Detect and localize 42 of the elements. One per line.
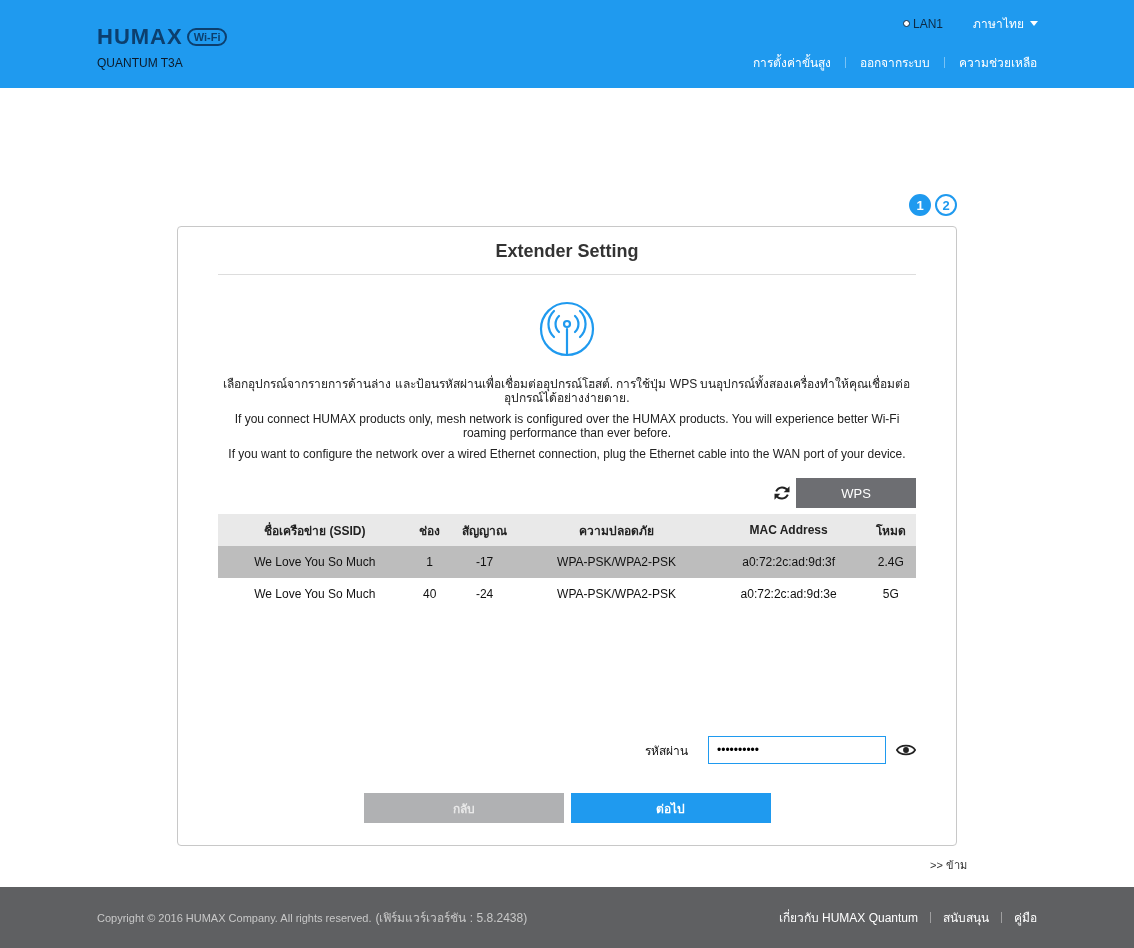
logo-badge: Wi-Fi (186, 28, 228, 46)
lan-label: LAN1 (912, 16, 943, 31)
skip-link[interactable]: >> ข้าม (930, 856, 967, 874)
firmware-version: (เฟิร์มแวร์เวอร์ชัน : 5.8.2438) (375, 910, 528, 927)
footer-link[interactable]: คู่มือ (1014, 908, 1037, 927)
password-field[interactable]: •••••••••• (708, 736, 886, 764)
password-label: รหัสผ่าน (645, 742, 688, 760)
table-cell: We Love You So Much (218, 546, 412, 578)
column-header: ชื่อเครือข่าย (SSID) (218, 514, 412, 546)
description-text: If you connect HUMAX products only, mesh network is configured over the HUMAX products. You will experience better Wi-Fi roaming performance than ever before. (233, 412, 901, 440)
table-cell: 2.4G (865, 546, 916, 578)
table-cell: a0:72:2c:ad:9d:3e (711, 578, 866, 610)
table-cell: 40 (411, 578, 448, 610)
antenna-icon (539, 301, 595, 357)
card-title: Extender Setting (495, 240, 639, 263)
footer-link[interactable]: เกี่ยวกับ HUMAX Quantum (778, 908, 918, 927)
table-cell: WPA-PSK/WPA2-PSK (521, 578, 712, 610)
table-cell: We Love You So Much (218, 578, 412, 610)
column-header: ช่อง (411, 514, 448, 546)
refresh-icon[interactable] (772, 483, 792, 503)
network-row[interactable]: We Love You So Much 1 -17 WPA-PSK/WPA2-PSK a0:72:2c:ad:9d:3f 2.4G (218, 546, 916, 578)
table-cell: 1 (411, 546, 448, 578)
description-text: If you want to configure the network over a wired Ethernet connection, plug the Ethernet cable into the WAN port of your device. (228, 447, 906, 461)
description-text: เลือกอุปกรณ์จากรายการด้านล่าง และป้อนรหัสผ่านเพื่อเชื่อมต่ออุปกรณ์โฮสต์. การใช้ปุ่ม WPS บนอุปกรณ์ทั้งสองเครื่องทำให้คุณเชื่อมต่ออุปกรณ์ได้อย่างง่ายดาย. (222, 377, 912, 405)
step-indicator: 2 (935, 194, 957, 216)
table-cell: 5G (865, 578, 916, 610)
column-header: MAC Address (711, 514, 866, 546)
table-cell: WPA-PSK/WPA2-PSK (521, 546, 712, 578)
table-cell: a0:72:2c:ad:9d:3f (711, 546, 866, 578)
column-header: โหมด (865, 514, 916, 546)
copyright-text: Copyright © 2016 HUMAX Company. All rights reserved. (97, 912, 372, 924)
network-row[interactable]: We Love You So Much 40 -24 WPA-PSK/WPA2-PSK a0:72:2c:ad:9d:3e 5G (218, 578, 916, 610)
logo: HUMAX (97, 24, 183, 50)
footer-link[interactable]: สนับสนุน (943, 908, 989, 927)
wps-button[interactable]: WPS (796, 478, 916, 508)
table-cell: -17 (447, 546, 522, 578)
column-header: สัญญาณ (447, 514, 522, 546)
table-cell: -24 (447, 578, 522, 610)
eye-icon[interactable] (896, 743, 916, 757)
column-header: ความปลอดภัย (521, 514, 712, 546)
step-indicator: 1 (909, 194, 931, 216)
model-name: QUANTUM T3A (97, 56, 184, 70)
